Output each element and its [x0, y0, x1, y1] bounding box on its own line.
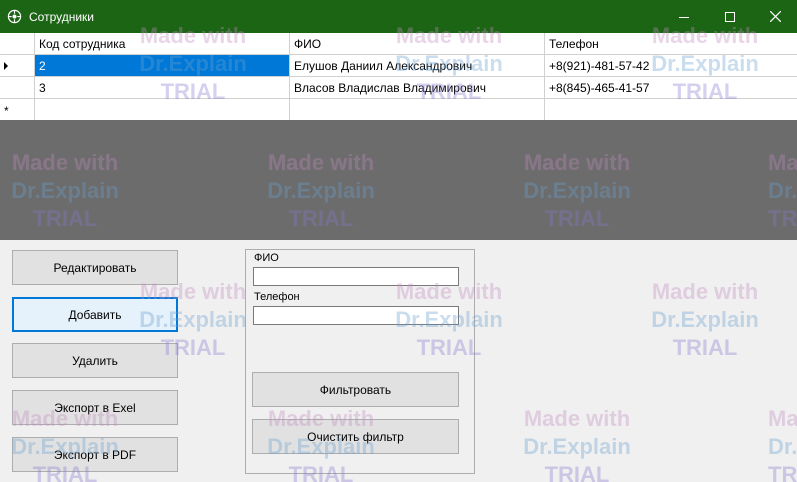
- cell-code[interactable]: 2: [35, 55, 290, 77]
- grid-empty-area: [0, 120, 797, 240]
- trial-watermark: Made with Dr.Explain TRIAL: [640, 278, 770, 362]
- current-row-arrow-icon: [4, 62, 8, 70]
- column-header-name[interactable]: ФИО: [290, 33, 545, 55]
- cell-phone[interactable]: +8(845)-465-41-57: [545, 77, 797, 99]
- row-selector[interactable]: [0, 77, 35, 99]
- watermark-line: Made with: [523, 406, 631, 431]
- watermark-line: Made with: [651, 279, 759, 304]
- close-button[interactable]: [752, 0, 797, 33]
- cell-name[interactable]: Елушов Даниил Александрович: [290, 55, 545, 77]
- watermark-line: Dr.Explain: [651, 307, 759, 332]
- filter-apply-button[interactable]: Фильтровать: [252, 372, 459, 407]
- grid-header-row: Код сотрудника ФИО Телефон: [0, 33, 797, 55]
- close-icon: [769, 11, 781, 22]
- table-row[interactable]: 2 Елушов Даниил Александрович +8(921)-48…: [0, 55, 797, 77]
- trial-watermark: Made with Dr.Explain TRIAL: [768, 405, 797, 482]
- edit-button[interactable]: Редактировать: [12, 250, 178, 285]
- cell-code[interactable]: [35, 99, 290, 121]
- cell-phone[interactable]: +8(921)-481-57-42: [545, 55, 797, 77]
- app-icon: [7, 9, 22, 24]
- watermark-line: TRIAL: [544, 462, 610, 482]
- name-filter-label: ФИО: [254, 252, 279, 264]
- watermark-line: Made with: [768, 406, 797, 431]
- watermark-line: Dr.Explain: [768, 434, 797, 459]
- export-excel-button[interactable]: Экспорт в Exel: [12, 390, 178, 425]
- trial-watermark: Made with Dr.Explain TRIAL: [512, 405, 642, 482]
- phone-filter-input[interactable]: [253, 306, 459, 325]
- export-pdf-button[interactable]: Экспорт в PDF: [12, 437, 178, 472]
- watermark-line: Dr.Explain: [523, 434, 631, 459]
- new-table-row[interactable]: *: [0, 99, 797, 121]
- header-row-selector: [0, 33, 35, 55]
- add-button[interactable]: Добавить: [12, 297, 178, 332]
- table-row[interactable]: 3 Власов Владислав Владимирович +8(845)-…: [0, 77, 797, 99]
- filter-clear-button[interactable]: Очистить фильтр: [252, 419, 459, 454]
- maximize-button[interactable]: [707, 0, 753, 33]
- cell-name[interactable]: Власов Владислав Владимирович: [290, 77, 545, 99]
- row-selector[interactable]: [0, 55, 35, 77]
- cell-code[interactable]: 3: [35, 77, 290, 99]
- name-filter-input[interactable]: [253, 267, 459, 286]
- minimize-button[interactable]: [661, 0, 707, 33]
- column-header-code[interactable]: Код сотрудника: [35, 33, 290, 55]
- cell-name[interactable]: [290, 99, 545, 121]
- window-title: Сотрудники: [29, 10, 94, 24]
- delete-button[interactable]: Удалить: [12, 343, 178, 378]
- cell-phone[interactable]: [545, 99, 797, 121]
- phone-filter-label: Телефон: [254, 291, 300, 303]
- watermark-line: TRIAL: [672, 335, 738, 360]
- new-row-marker: *: [0, 99, 35, 121]
- maximize-icon: [725, 11, 735, 22]
- column-header-phone[interactable]: Телефон: [545, 33, 797, 55]
- title-bar: Сотрудники: [0, 0, 797, 33]
- minimize-icon: [679, 16, 689, 18]
- employees-grid[interactable]: Код сотрудника ФИО Телефон 2 Елушов Дани…: [0, 33, 797, 121]
- watermark-line: TRIAL: [768, 462, 797, 482]
